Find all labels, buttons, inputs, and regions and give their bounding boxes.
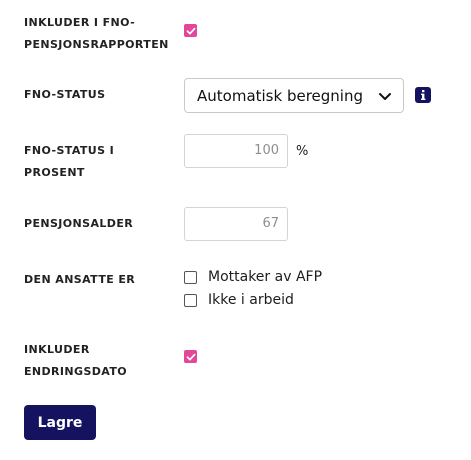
pension-age-input[interactable]: 67 <box>184 207 288 241</box>
include-report-checkbox[interactable] <box>184 24 197 37</box>
check-icon <box>186 27 195 34</box>
include-change-date-checkbox[interactable] <box>184 350 197 363</box>
fno-status-percent-label: FNO-STATUS I PROSENT <box>24 144 115 179</box>
settings-form: INKLUDER I FNO- PENSJONSRAPPORTEN FNO-ST… <box>0 0 471 460</box>
save-button[interactable]: Lagre <box>24 405 96 440</box>
fno-status-label: FNO-STATUS <box>24 88 106 101</box>
fno-status-percent-input[interactable]: 100 <box>184 134 288 168</box>
afp-recipient-checkbox[interactable] <box>184 270 197 284</box>
info-icon[interactable] <box>415 87 431 103</box>
pension-age-label: PENSJONSALDER <box>24 217 134 230</box>
include-change-date-label: INKLUDER ENDRINGSDATO <box>24 343 128 378</box>
fno-status-select[interactable]: Automatisk beregning <box>184 78 404 113</box>
chevron-down-icon <box>379 92 391 100</box>
include-report-label: INKLUDER I FNO- PENSJONSRAPPORTEN <box>24 16 169 51</box>
employee-is-label: DEN ANSATTE ER <box>24 273 136 286</box>
afp-recipient-option[interactable]: Mottaker av AFP <box>184 269 322 285</box>
check-icon <box>186 353 195 360</box>
not-working-label: Ikke i arbeid <box>208 292 294 308</box>
not-working-checkbox[interactable] <box>184 293 197 307</box>
not-working-option[interactable]: Ikke i arbeid <box>184 292 294 308</box>
afp-recipient-label: Mottaker av AFP <box>208 269 323 285</box>
fno-status-selected-value: Automatisk beregning <box>197 86 363 105</box>
percent-suffix: % <box>296 144 309 159</box>
